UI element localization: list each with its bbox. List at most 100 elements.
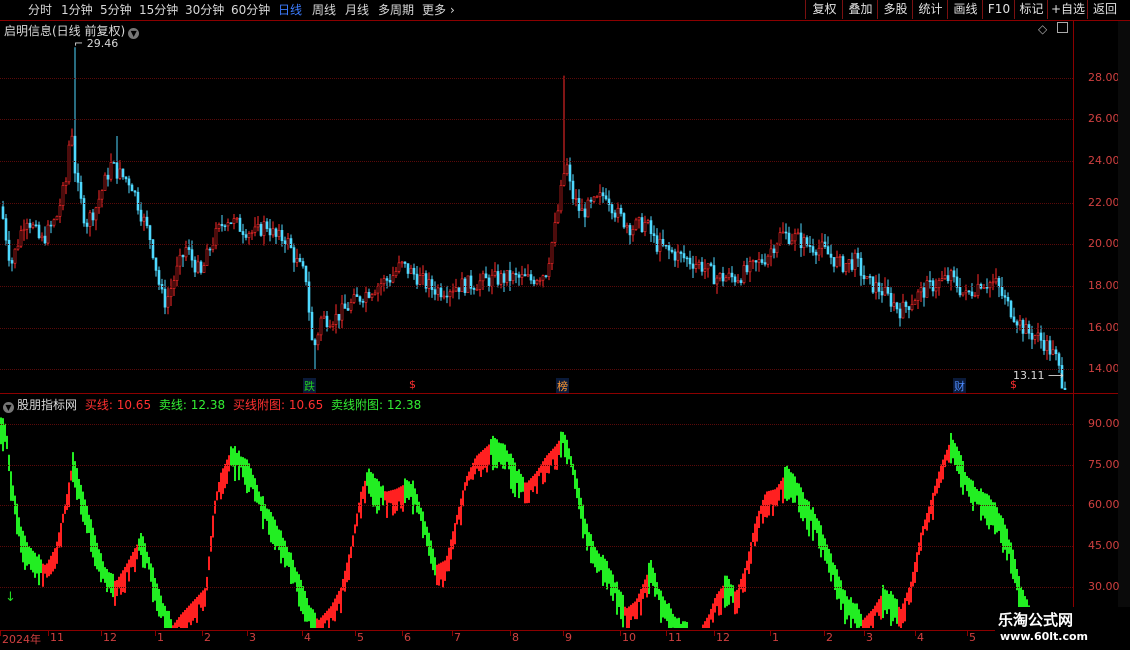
tab-timeframe-3[interactable]: 15分钟 (139, 2, 178, 18)
tab-timeframe-8[interactable]: 月线 (345, 2, 369, 18)
indicator-bar (54, 548, 56, 569)
indicator-bar (244, 458, 246, 485)
indicator-bar (932, 492, 934, 520)
indicator-bar (134, 548, 136, 573)
toolbar-button-3[interactable]: 统计 (912, 0, 948, 19)
indicator-bar (234, 446, 236, 482)
indicator-bar (724, 575, 726, 608)
indicator-bar (104, 567, 106, 583)
chevron-right-icon[interactable]: › (450, 2, 455, 18)
event-marker-2[interactable]: 榜 (556, 378, 569, 394)
event-marker-1[interactable]: $ (409, 378, 416, 391)
candle-body (1063, 387, 1067, 390)
toolbar-button-6[interactable]: 标记 (1014, 0, 1048, 19)
indicator-bar (664, 600, 666, 619)
indicator-bar (718, 591, 720, 616)
candle-body (697, 261, 701, 265)
indicator-bar (226, 459, 228, 484)
toolbar-button-0[interactable]: 复权 (805, 0, 843, 19)
candle-body (883, 286, 887, 296)
indicator-bar (830, 553, 832, 582)
candle-body (337, 313, 341, 321)
date-tick-label: 12 (103, 631, 117, 644)
toolbar-button-5[interactable]: F10 (982, 0, 1015, 19)
indicator-bar (890, 591, 892, 626)
indicator-bar (116, 580, 118, 597)
indicator-bar (324, 613, 326, 624)
candle-body (502, 273, 506, 283)
candle-body (808, 244, 812, 247)
candle-body (118, 168, 122, 179)
date-tick (666, 631, 667, 636)
panel-toggle-icon[interactable] (1057, 22, 1069, 33)
tab-timeframe-7[interactable]: 周线 (312, 2, 336, 18)
tab-timeframe-2[interactable]: 5分钟 (100, 2, 132, 18)
indicator-bar (220, 472, 222, 500)
toolbar-button-4[interactable]: 画线 (947, 0, 983, 19)
indicator-bar (474, 458, 476, 475)
toolbar-button-7[interactable]: +自选 (1047, 0, 1088, 19)
indicator-bar (936, 478, 938, 494)
date-tick (202, 631, 203, 636)
tab-timeframe-4[interactable]: 30分钟 (185, 2, 224, 18)
tab-timeframe-5[interactable]: 60分钟 (231, 2, 270, 18)
indicator-bar (850, 597, 852, 628)
candle-body (877, 282, 881, 292)
low-annotation: 13.11 ⟶ (1013, 369, 1064, 382)
date-tick (510, 631, 511, 636)
indicator-bar (458, 506, 460, 520)
candle-body (880, 291, 884, 296)
indicator-bar (174, 622, 176, 628)
candle-body (928, 280, 932, 282)
candle-body (685, 257, 689, 260)
tab-timeframe-6[interactable]: 日线 (278, 2, 302, 18)
tab-timeframe-1[interactable]: 1分钟 (61, 2, 93, 18)
price-gridline (0, 161, 1073, 162)
candle-body (220, 223, 224, 227)
toolbar-button-1[interactable]: 叠加 (842, 0, 878, 19)
tab-timeframe-10[interactable]: 更多 (422, 2, 446, 18)
indicator-bar (148, 556, 150, 570)
candle-body (340, 303, 344, 321)
event-marker-4[interactable]: $ (1010, 378, 1017, 391)
candle-body (64, 181, 68, 186)
indicator-bar (460, 498, 462, 526)
candle-body (547, 263, 551, 277)
candle-body (853, 252, 857, 270)
indicator-bar (114, 580, 116, 606)
indicator-bar (300, 579, 302, 612)
toolbar-button-8[interactable]: 返回 (1087, 0, 1122, 19)
indicator-bar (432, 548, 434, 571)
event-marker-0[interactable]: 跌 (303, 378, 316, 394)
candle-body (1030, 332, 1034, 340)
candle-body (625, 225, 629, 228)
indicator-bar (488, 444, 490, 465)
tab-timeframe-0[interactable]: 分时 (28, 2, 52, 18)
indicator-bar (326, 610, 328, 621)
indicator-bar (528, 480, 530, 503)
indicator-bar (478, 453, 480, 472)
candle-body (889, 292, 893, 307)
candle-body (382, 278, 386, 285)
indicator-bar (836, 569, 838, 600)
candle-body (583, 208, 587, 218)
indicator-bar (262, 496, 264, 530)
event-marker-3[interactable]: 财 (953, 378, 966, 394)
candle-body (184, 247, 188, 258)
toolbar-button-2[interactable]: 多股 (877, 0, 913, 19)
indicator-bar (264, 504, 266, 519)
candle-body (37, 224, 41, 239)
candle-body (664, 244, 668, 247)
indicator-bar (534, 473, 536, 487)
indicator-bar (998, 513, 1000, 531)
tab-timeframe-9[interactable]: 多周期 (378, 2, 414, 18)
candle-body (421, 273, 425, 276)
pane-separator (0, 393, 1130, 394)
candle-body (616, 207, 620, 218)
candle-body (145, 216, 149, 226)
indicator-bar (1000, 515, 1002, 544)
indicator-bar (552, 448, 554, 460)
candle-body (466, 275, 470, 293)
indicator-bar (62, 513, 64, 523)
diamond-icon[interactable]: ◇ (1038, 22, 1047, 36)
